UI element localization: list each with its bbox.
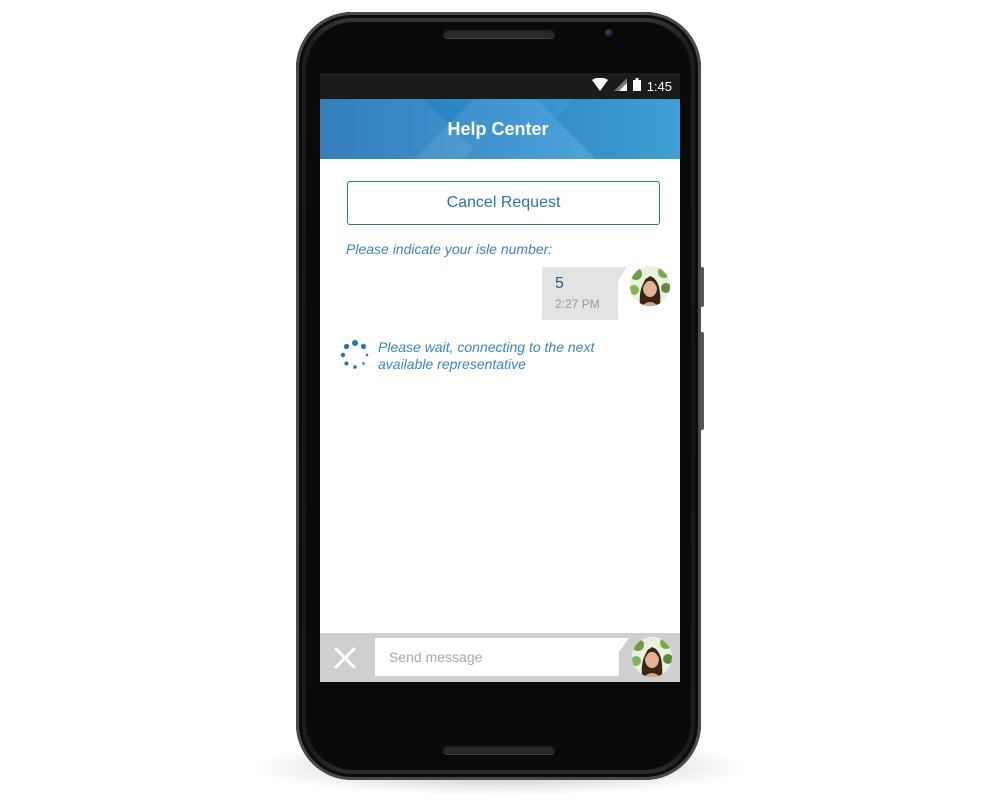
power-button[interactable] (700, 267, 704, 307)
cancel-request-button[interactable]: Cancel Request (347, 181, 660, 225)
cell-signal-icon (613, 78, 627, 94)
composer-avatar (632, 637, 672, 677)
message-timestamp: 2:27 PM (555, 297, 600, 311)
volume-button[interactable] (700, 332, 704, 430)
isle-number-prompt: Please indicate your isle number: (346, 241, 553, 257)
top-speaker (443, 29, 555, 38)
loading-spinner-icon (340, 340, 370, 370)
battery-icon (632, 78, 641, 94)
status-bar: 1:45 (320, 73, 680, 99)
app-bar: Help Center (320, 99, 680, 159)
user-avatar (630, 266, 670, 306)
input-tail (619, 638, 629, 652)
front-camera (605, 29, 613, 37)
page-title: Help Center (447, 119, 549, 139)
message-input[interactable] (375, 638, 619, 676)
message-text: 5 (555, 275, 564, 292)
connecting-status-text: Please wait, connecting to the next avai… (378, 339, 595, 372)
close-icon[interactable] (328, 641, 362, 675)
bottom-speaker (443, 745, 555, 754)
bubble-tail (618, 267, 627, 281)
user-message-bubble: 5 2:27 PM (542, 267, 618, 320)
message-composer (320, 633, 680, 682)
app-screen: 1:45 Help Center Cancel Request Please i… (320, 73, 680, 682)
wifi-icon (591, 77, 608, 94)
status-time: 1:45 (646, 78, 672, 94)
